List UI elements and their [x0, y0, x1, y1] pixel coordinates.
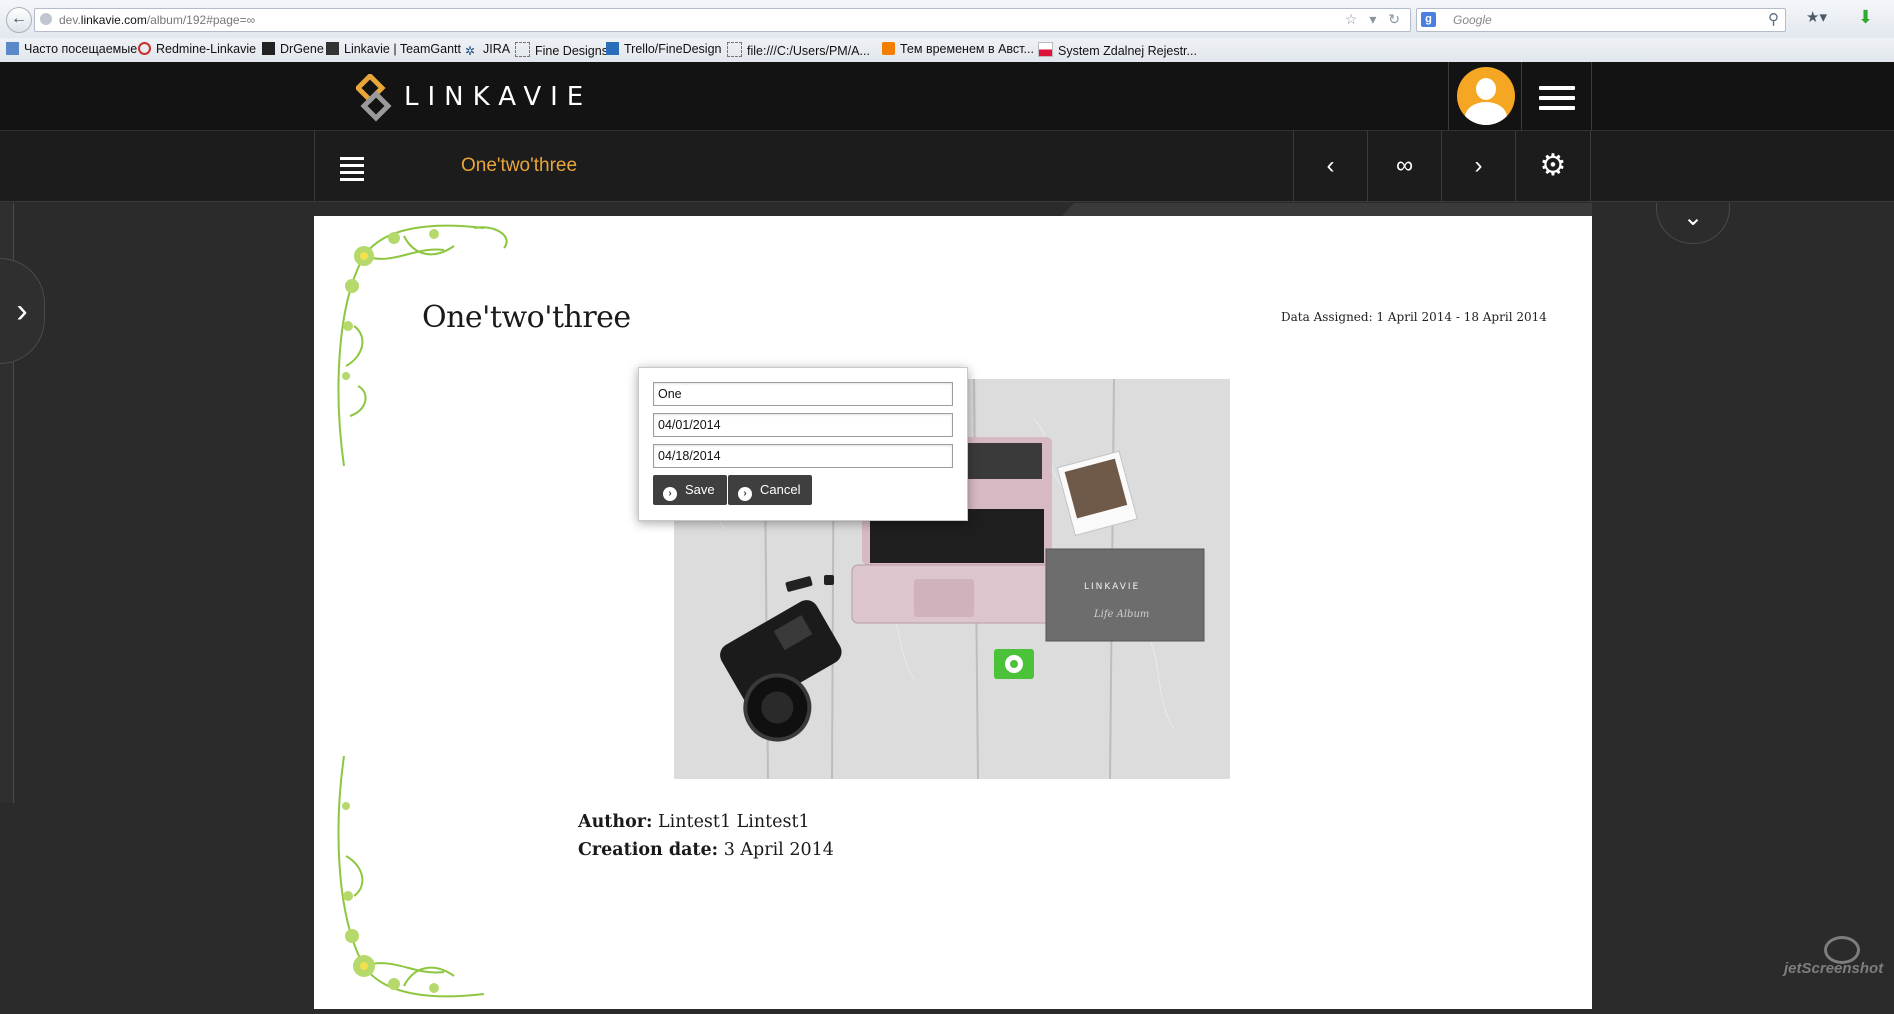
bookmark-item[interactable]: System Zdalnej Rejestr...: [1038, 42, 1197, 58]
bookmark-item[interactable]: file:///C:/Users/PM/A...: [727, 42, 870, 58]
dropdown-tab[interactable]: ⌄: [1656, 203, 1730, 244]
watermark: jetScreenshot: [1784, 936, 1883, 977]
bookmark-item[interactable]: Linkavie | TeamGantt: [326, 42, 461, 56]
avatar-icon: [1457, 67, 1515, 125]
search-icon[interactable]: ⚲: [1768, 10, 1779, 28]
cover-script-text: Life Album: [1093, 609, 1149, 620]
save-button[interactable]: › Save: [653, 475, 727, 505]
all-pages-button[interactable]: ∞: [1367, 131, 1441, 201]
page-title[interactable]: One'two'three: [422, 300, 631, 335]
end-date-input[interactable]: [653, 444, 953, 468]
prev-page-button[interactable]: ‹: [1293, 131, 1367, 201]
bookmark-item[interactable]: Fine Designs: [515, 42, 608, 58]
save-label: Save: [685, 482, 715, 497]
bookmark-item[interactable]: Часто посещаемые: [6, 42, 137, 56]
app-header: LINKAVIE: [0, 62, 1894, 131]
bookmark-item[interactable]: Тем временем в Авст...: [882, 42, 1034, 56]
back-arrow-icon[interactable]: ←: [6, 7, 32, 33]
album-meta: Author: Lintest1 Lintest1 Creation date:…: [578, 808, 834, 864]
next-page-button[interactable]: ›: [1441, 131, 1515, 201]
arrow-circle-icon: ›: [738, 487, 752, 501]
date-assigned: Data Assigned: 1 April 2014 - 18 April 2…: [1281, 310, 1547, 324]
album-title: One'two'three: [461, 155, 578, 176]
hamburger-icon: [1539, 86, 1575, 116]
main-menu-button[interactable]: [1521, 62, 1592, 130]
list-icon: [340, 157, 364, 185]
bookmark-star-icon[interactable]: ★▾: [1806, 8, 1827, 26]
bookmarks-bar: Часто посещаемые Redmine-Linkavie DrGene…: [0, 38, 1894, 63]
browser-navbar: ← dev.linkavie.com/album/192#page=∞ ☆ ▾ …: [0, 0, 1894, 39]
page-top-strip: [1062, 203, 1592, 216]
star-icon[interactable]: ☆ ▾ ↻: [1345, 11, 1404, 28]
author-label: Author:: [578, 812, 653, 832]
expand-right-icon: ›: [16, 292, 28, 330]
eye-icon: [1824, 936, 1860, 964]
edit-page-popup: › Save › Cancel: [638, 367, 968, 521]
creation-date-line: Creation date: 3 April 2014: [578, 836, 834, 864]
search-bar[interactable]: g Google ⚲: [1416, 8, 1786, 32]
author-line: Author: Lintest1 Lintest1: [578, 808, 834, 836]
author-value: Lintest1 Lintest1: [658, 812, 810, 832]
bookmark-item[interactable]: Trello/FineDesign: [606, 42, 722, 56]
profile-button[interactable]: [1448, 62, 1521, 130]
arrow-circle-icon: ›: [663, 487, 677, 501]
page-title-input[interactable]: [653, 382, 953, 406]
google-icon[interactable]: g: [1421, 12, 1436, 27]
expand-sidebar-tab[interactable]: ›: [0, 258, 45, 364]
album-page: One'two'three Data Assigned: 1 April 201…: [314, 216, 1592, 1009]
download-icon[interactable]: ⬇: [1858, 7, 1873, 28]
logo-mark-icon: [356, 74, 392, 122]
cancel-label: Cancel: [760, 482, 801, 497]
start-date-input[interactable]: [653, 413, 953, 437]
album-toolbar: One'two'three ‹ ∞ › ⚙: [0, 131, 1894, 202]
creation-date-label: Creation date:: [578, 840, 719, 860]
bookmark-item[interactable]: DrGene: [262, 42, 324, 56]
gear-icon: ⚙: [1539, 149, 1567, 182]
prev-icon: ‹: [1326, 152, 1335, 179]
next-icon: ›: [1474, 152, 1483, 179]
url-text[interactable]: dev.linkavie.com/album/192#page=∞: [59, 13, 255, 27]
creation-date-value: 3 April 2014: [723, 840, 834, 860]
bookmark-item[interactable]: Redmine-Linkavie: [138, 42, 256, 56]
url-bar[interactable]: dev.linkavie.com/album/192#page=∞ ☆ ▾ ↻: [34, 8, 1411, 32]
cancel-button[interactable]: › Cancel: [728, 475, 813, 505]
infinity-icon: ∞: [1395, 152, 1414, 179]
bookmark-item[interactable]: ✲ JIRA: [465, 42, 510, 58]
floral-ornament-bottom: [337, 755, 485, 998]
floral-ornament-top: [337, 224, 508, 467]
settings-button[interactable]: ⚙: [1515, 131, 1591, 201]
globe-icon: [40, 13, 52, 25]
search-placeholder: Google: [1453, 13, 1492, 27]
cover-brand-text: LINKAVIE: [1084, 582, 1140, 592]
chevron-down-icon: ⌄: [1682, 204, 1704, 231]
pages-list-button[interactable]: [314, 131, 388, 201]
logo-text: LINKAVIE: [404, 82, 593, 112]
